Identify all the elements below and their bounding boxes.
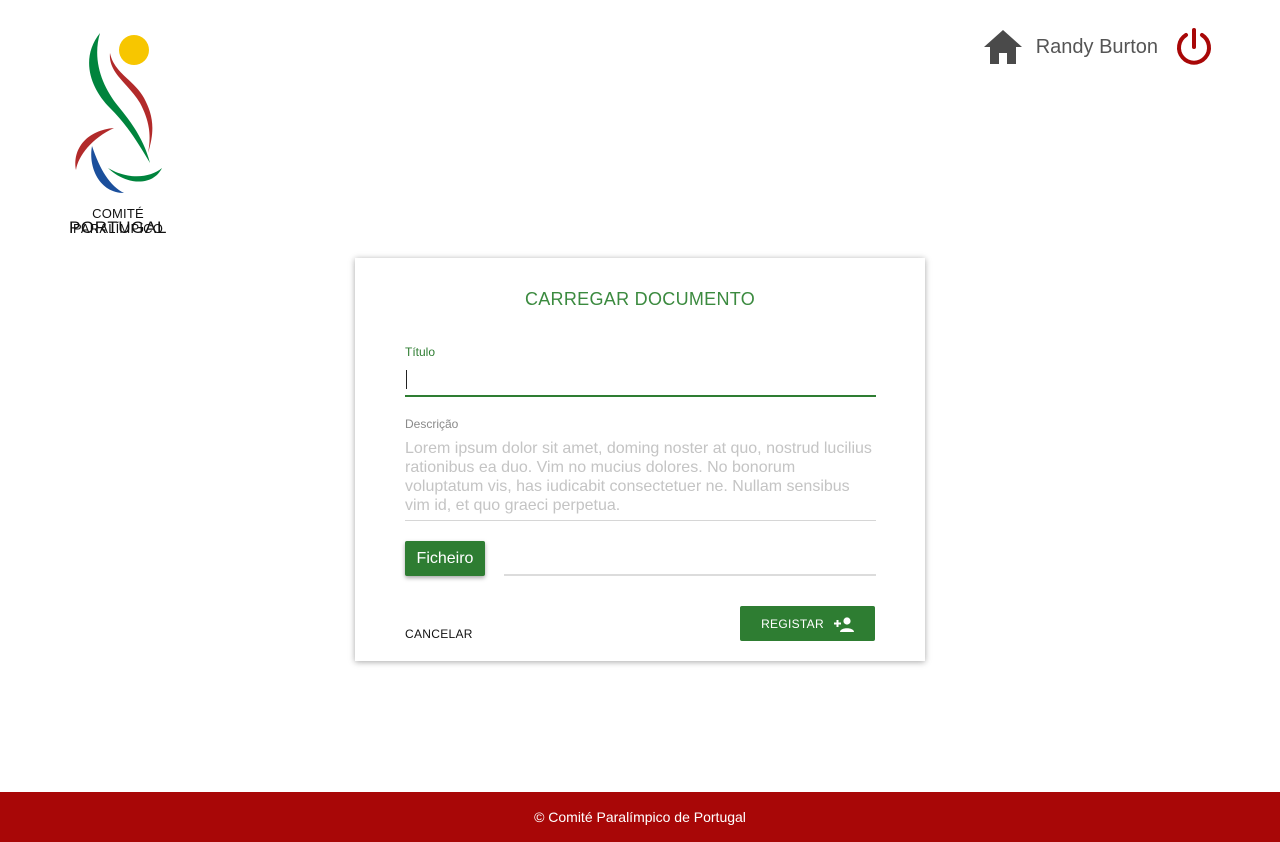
descricao-textarea[interactable] [405,439,876,521]
file-button[interactable]: Ficheiro [405,541,485,576]
descricao-label: Descrição [405,417,459,431]
footer: © Comité Paralímpico de Portugal [0,792,1280,842]
register-button-label: REGISTAR [761,616,824,631]
user-name: Randy Burton [1035,35,1158,58]
titulo-input[interactable] [405,366,876,397]
add-person-icon [833,616,854,632]
cancel-button[interactable]: CANCELAR [405,627,473,641]
home-icon[interactable] [982,28,1024,66]
power-icon[interactable] [1174,27,1214,67]
card-title: CARREGAR DOCUMENTO [524,289,756,309]
user-bar: Randy Burton [982,26,1214,68]
logo-text-line2: PORTUGAL [68,218,167,237]
titulo-label: Título [405,345,436,359]
file-name-field [504,574,876,576]
footer-copyright: © Comité Paralímpico de Portugal [534,809,746,825]
logo: COMITÉ PARALÍMPICO PORTUGAL [48,28,188,238]
logo-emblem [75,33,162,193]
register-button[interactable]: REGISTAR [740,606,875,641]
upload-document-card: CARREGAR DOCUMENTO Título Descrição Fich… [355,258,925,661]
text-cursor [406,370,407,389]
